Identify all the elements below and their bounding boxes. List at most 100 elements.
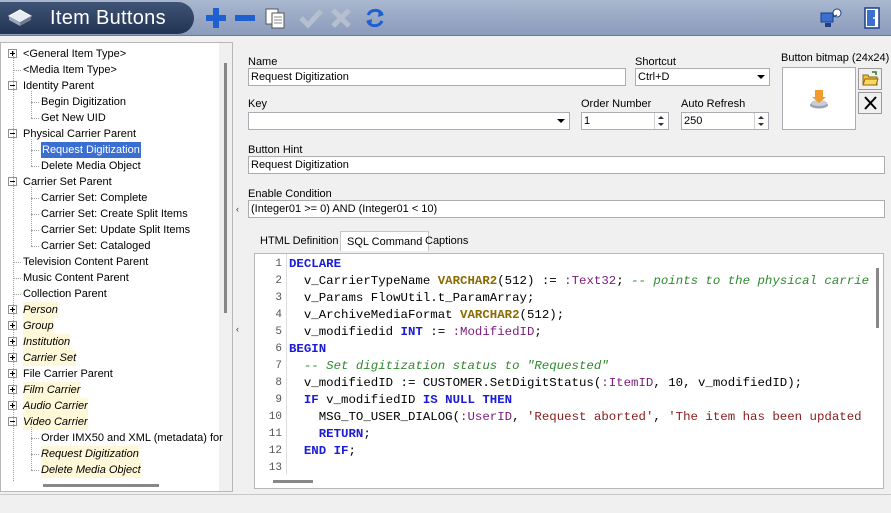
request-digitization-icon <box>810 90 828 109</box>
spin-arrows-icon[interactable] <box>654 113 668 129</box>
tree-item[interactable]: Film Carrier <box>23 382 81 398</box>
tree-item[interactable]: Group <box>23 318 54 334</box>
tree-item[interactable]: Delete Media Object <box>41 158 141 174</box>
tree-item[interactable]: Identity Parent <box>23 78 94 94</box>
tree-vertical-scrollbar[interactable] <box>219 43 232 491</box>
tab-captions[interactable]: Captions <box>419 231 474 251</box>
toolbar: Item Buttons <box>0 0 891 36</box>
shortcut-dropdown[interactable]: Ctrl+D <box>635 68 770 86</box>
chevron-down-icon <box>557 119 565 123</box>
name-label: Name <box>248 56 278 68</box>
tree-connector <box>13 51 14 481</box>
order-number-value: 1 <box>584 115 591 127</box>
splitter-collapse-left-icon[interactable]: ‹ <box>236 204 239 214</box>
tree-connector <box>31 470 39 471</box>
auto-refresh-value: 250 <box>684 115 703 127</box>
code-line[interactable] <box>289 460 869 477</box>
button-hint-label: Button Hint <box>248 144 303 156</box>
tree-item[interactable]: <General Item Type> <box>23 46 126 62</box>
tree-item[interactable]: Audio Carrier <box>23 398 88 414</box>
tree-connector <box>13 294 21 295</box>
key-dropdown[interactable] <box>248 112 570 130</box>
clear-bitmap-button[interactable] <box>858 92 882 114</box>
line-number: 9 <box>275 394 282 406</box>
window-title: Item Buttons <box>50 7 166 29</box>
code-line[interactable]: v_modifiedid INT := :ModifiedID; <box>289 324 869 341</box>
auto-refresh-label: Auto Refresh <box>681 98 746 110</box>
shortcut-label: Shortcut <box>635 56 676 68</box>
tree-item[interactable]: Television Content Parent <box>23 254 148 270</box>
tree-connector <box>31 139 32 166</box>
tree-item[interactable]: <Media Item Type> <box>23 62 117 78</box>
tab-html-definition[interactable]: HTML Definition <box>254 231 344 251</box>
code-line[interactable]: END IF; <box>289 443 869 460</box>
tree-item[interactable]: Physical Carrier Parent <box>23 126 136 142</box>
splitter-collapse-left-icon-2[interactable]: ‹ <box>236 324 239 334</box>
auto-refresh-spinner[interactable]: 250 <box>681 112 769 130</box>
tree-item[interactable]: Institution <box>23 334 71 350</box>
cancel-button[interactable] <box>328 5 354 31</box>
tree-item[interactable]: Request Digitization <box>41 446 139 462</box>
item-button-tree[interactable]: <General Item Type> <Media Item Type> Iden… <box>0 42 233 492</box>
confirm-button[interactable] <box>298 5 324 31</box>
tree-connector <box>31 91 32 118</box>
tree-item[interactable]: Music Content Parent <box>23 270 129 286</box>
copy-button[interactable] <box>262 5 288 31</box>
tree-item[interactable]: Request Digitization <box>41 142 141 158</box>
code-line[interactable]: IF v_modifiedID IS NULL THEN <box>289 392 869 409</box>
tree-item[interactable]: Carrier Set Parent <box>23 174 112 190</box>
tree-item[interactable]: Carrier Set: Update Split Items <box>41 222 190 238</box>
load-bitmap-button[interactable] <box>858 68 882 90</box>
name-input[interactable]: Request Digitization <box>248 68 626 86</box>
tree-item[interactable]: Carrier Set: Create Split Items <box>41 206 188 222</box>
tree-item[interactable]: Collection Parent <box>23 286 107 302</box>
tree-item[interactable]: Carrier Set <box>23 350 77 366</box>
refresh-button[interactable] <box>362 5 388 31</box>
exit-door-icon <box>864 7 880 29</box>
tab-sql-command[interactable]: SQL Command <box>340 231 430 251</box>
tree-item[interactable]: Carrier Set: Complete <box>41 190 147 206</box>
network-button[interactable] <box>817 5 843 31</box>
add-button[interactable] <box>203 5 229 31</box>
tree-item[interactable]: Delete Media Object <box>41 462 141 478</box>
tree-connector <box>31 166 39 167</box>
sql-command-editor[interactable]: 1 2 3 4 5 6 7 8 9 10 11 12 13 DECLARE v_CarrierTypeN… <box>254 253 884 489</box>
code-line[interactable]: -- Set digitization status to "Requested… <box>289 358 869 375</box>
code-line[interactable]: v_modifiedID := CUSTOMER.SetDigitStatus(… <box>289 375 869 392</box>
tree-item[interactable]: Carrier Set: Cataloged <box>41 238 150 254</box>
tree-horizontal-scrollbar[interactable] <box>1 478 219 491</box>
copy-icon <box>265 8 285 29</box>
button-hint-input[interactable]: Request Digitization <box>248 156 885 174</box>
tree-item[interactable]: File Carrier Parent <box>23 366 113 382</box>
line-number: 7 <box>275 360 282 372</box>
order-number-spinner[interactable]: 1 <box>581 112 669 130</box>
remove-button[interactable] <box>232 5 258 31</box>
tree-connector <box>13 278 21 279</box>
panel-splitter[interactable]: ‹ ‹ <box>234 42 244 492</box>
editor-vertical-scrollbar[interactable] <box>871 254 883 474</box>
line-number: 4 <box>275 309 282 321</box>
spin-arrows-icon[interactable] <box>754 113 768 129</box>
exit-button[interactable] <box>859 5 885 31</box>
checkmark-icon <box>299 9 323 29</box>
tree-item[interactable]: Video Carrier <box>23 414 88 430</box>
code-line[interactable]: DECLARE <box>289 256 869 273</box>
code-line[interactable]: v_Params FlowUtil.t_ParamArray; <box>289 290 869 307</box>
line-number: 12 <box>268 445 282 457</box>
code-line[interactable]: MSG_TO_USER_DIALOG(:UserID, 'Request abo… <box>289 409 869 426</box>
code-line[interactable]: v_ArchiveMediaFormat VARCHAR2(512); <box>289 307 869 324</box>
enable-condition-input[interactable]: (Integer01 >= 0) AND (Integer01 < 10) <box>248 200 885 218</box>
close-icon <box>864 96 877 110</box>
line-number: 5 <box>275 326 282 338</box>
add-icon <box>206 8 226 28</box>
tree-connector <box>31 246 39 247</box>
tree-item[interactable]: Order IMX50 and XML (metadata) for <box>41 430 223 446</box>
tree-item[interactable]: Begin Digitization <box>41 94 126 110</box>
code-line[interactable]: v_CarrierTypeName VARCHAR2(512) := :Text… <box>289 273 869 290</box>
code-line[interactable]: BEGIN <box>289 341 869 358</box>
button-bitmap-label: Button bitmap (24x24) <box>781 52 890 64</box>
refresh-icon <box>366 8 384 28</box>
tree-item[interactable]: Person <box>23 302 58 318</box>
code-line[interactable]: RETURN; <box>289 426 869 443</box>
tree-item[interactable]: Get New UID <box>41 110 106 126</box>
